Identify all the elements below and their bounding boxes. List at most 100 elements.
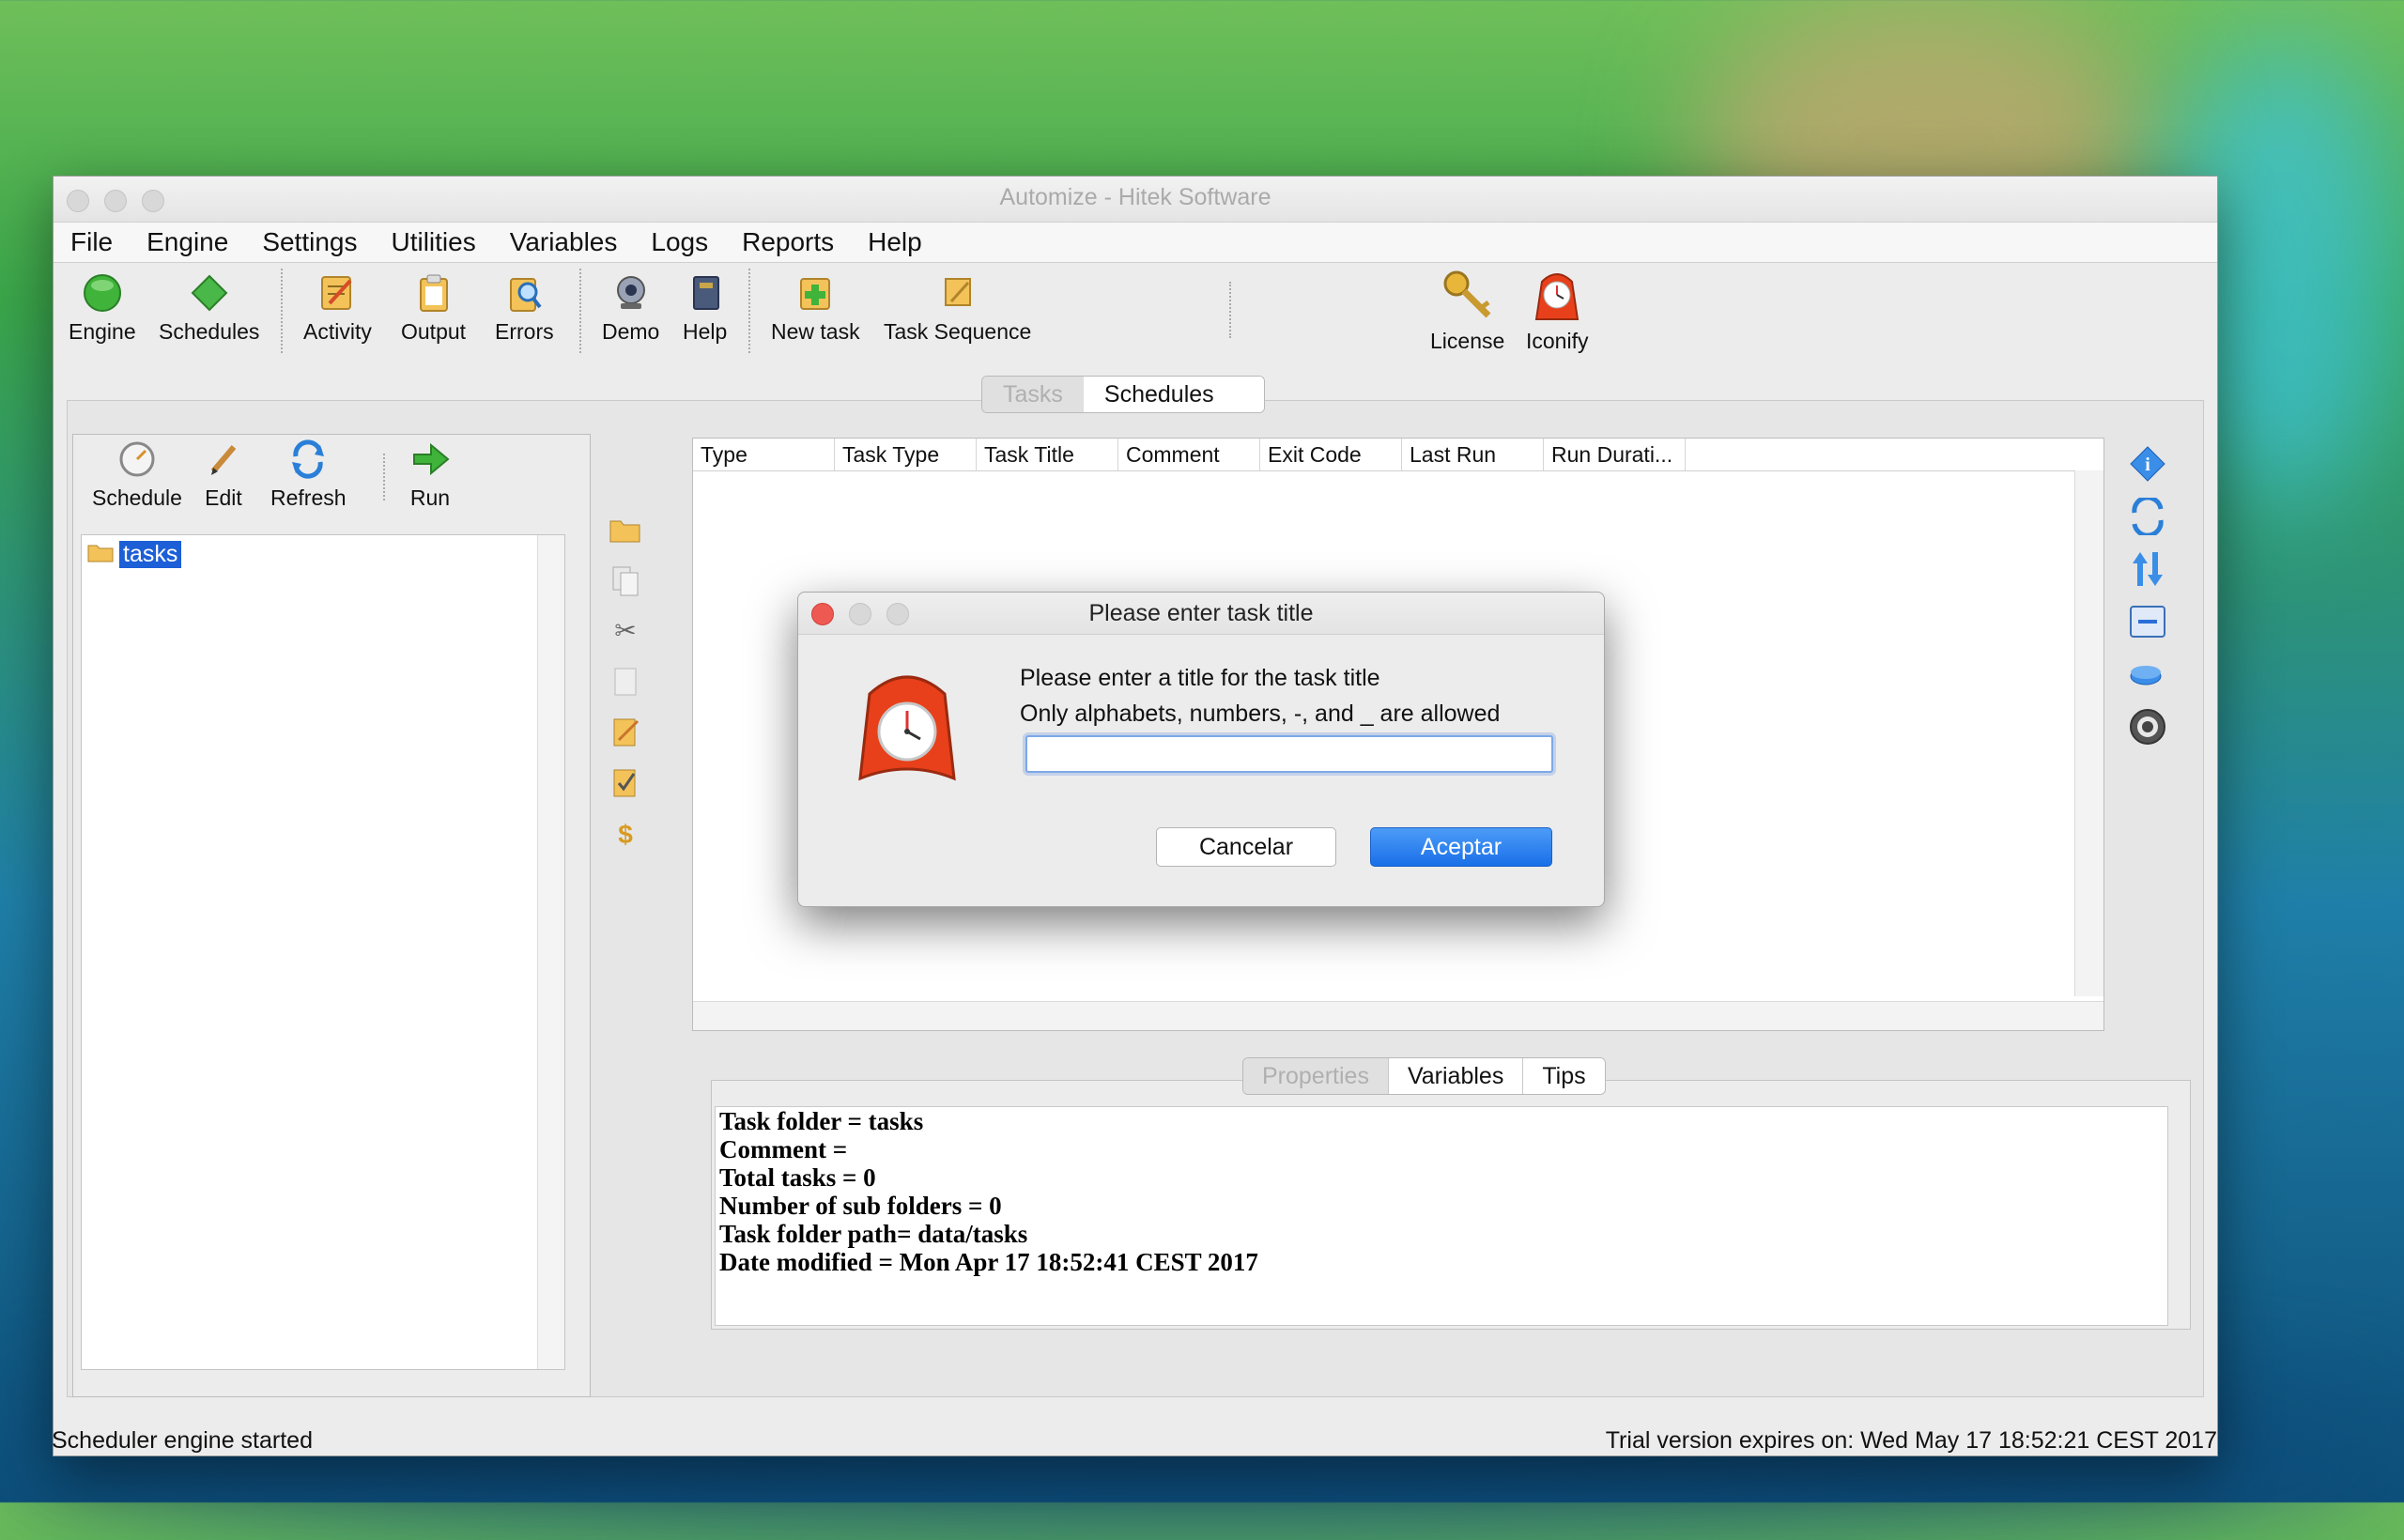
run-button[interactable]: Run	[409, 439, 451, 511]
cancel-button[interactable]: Cancelar	[1156, 827, 1336, 867]
activity-label: Activity	[303, 319, 372, 344]
cut-icon[interactable]: ✂	[609, 614, 641, 646]
property-line: Comment =	[719, 1135, 848, 1163]
refresh-button[interactable]: Refresh	[270, 439, 347, 511]
task-sequence-label: Task Sequence	[884, 319, 1032, 344]
iconify-button[interactable]: Iconify	[1526, 267, 1588, 354]
paste-icon[interactable]	[609, 665, 641, 697]
notepad-pencil-icon	[316, 272, 358, 314]
menu-file[interactable]: File	[70, 227, 113, 257]
toolbar-separator	[383, 454, 385, 500]
accept-button[interactable]: Aceptar	[1370, 827, 1552, 867]
demo-button[interactable]: Demo	[602, 272, 659, 345]
menu-reports[interactable]: Reports	[742, 227, 834, 257]
properties-tabs: Properties Variables Tips	[1242, 1057, 1606, 1095]
property-line: Task folder path= data/tasks	[719, 1220, 1028, 1248]
column-header[interactable]: Task Type	[835, 439, 977, 470]
column-header[interactable]: Comment	[1118, 439, 1260, 470]
schedule-label: Schedule	[92, 485, 182, 510]
dollar-icon[interactable]: $	[609, 819, 641, 851]
schedules-label: Schedules	[159, 319, 260, 344]
column-header[interactable]: Task Title	[977, 439, 1118, 470]
help-button[interactable]: Help	[683, 272, 727, 345]
engine-button[interactable]: Engine	[69, 272, 136, 345]
menu-logs[interactable]: Logs	[651, 227, 708, 257]
sort-arrows-icon[interactable]	[2129, 550, 2166, 588]
alarm-clock-icon	[849, 666, 965, 789]
key-icon	[1440, 267, 1496, 323]
edit-label: Edit	[205, 485, 242, 510]
tree-node-tasks[interactable]: tasks	[87, 541, 182, 568]
edit-note-icon[interactable]	[609, 716, 641, 747]
tab-variables[interactable]: Variables	[1388, 1058, 1524, 1094]
tab-tasks[interactable]: Tasks	[982, 377, 1084, 412]
task-tree[interactable]: tasks	[81, 534, 565, 1370]
engine-status: Scheduler engine started	[52, 1427, 313, 1454]
activity-button[interactable]: Activity	[303, 272, 372, 345]
open-folder-icon[interactable]	[609, 515, 641, 547]
property-line: Total tasks = 0	[719, 1163, 876, 1192]
folder-icon	[87, 542, 114, 567]
edit-button[interactable]: Edit	[203, 439, 244, 511]
property-line: Number of sub folders = 0	[719, 1192, 1002, 1220]
output-button[interactable]: Output	[401, 272, 466, 345]
green-circle-icon	[82, 272, 123, 314]
table-actions-strip: i	[2118, 438, 2174, 1029]
tab-schedules[interactable]: Schedules	[1083, 377, 1264, 412]
new-task-button[interactable]: New task	[771, 272, 860, 345]
green-diamond-icon	[189, 272, 230, 314]
menubar: File Engine Settings Utilities Variables…	[54, 223, 2217, 263]
task-sequence-button[interactable]: Task Sequence	[884, 272, 1031, 345]
book-icon	[685, 272, 726, 314]
tree-scrollbar[interactable]	[537, 535, 564, 1369]
dialog-title: Please enter task title	[1088, 600, 1314, 626]
window-title: Automize - Hitek Software	[999, 184, 1271, 210]
pencil-icon	[203, 439, 244, 480]
tab-properties[interactable]: Properties	[1243, 1058, 1389, 1094]
settings-gear-icon[interactable]	[2129, 708, 2166, 746]
main-tabs: Tasks Schedules	[981, 376, 1265, 413]
column-header[interactable]: Last Run	[1402, 439, 1544, 470]
checklist-icon[interactable]	[609, 766, 641, 798]
tree-actions-strip: ✂ $	[596, 434, 655, 1110]
alarm-clock-icon	[1529, 267, 1585, 323]
svg-text:i: i	[2145, 454, 2150, 475]
menu-help[interactable]: Help	[868, 227, 922, 257]
new-task-icon	[794, 272, 836, 314]
column-header[interactable]: Type	[693, 439, 835, 470]
clipboard-icon	[413, 272, 455, 314]
license-button[interactable]: License	[1430, 267, 1504, 354]
compass-clock-icon	[116, 439, 158, 480]
column-header[interactable]: Exit Code	[1260, 439, 1402, 470]
tasks-table-header: Type Task Type Task Title Comment Exit C…	[693, 439, 2104, 471]
menu-utilities[interactable]: Utilities	[391, 227, 475, 257]
run-label: Run	[409, 485, 451, 510]
info-icon[interactable]: i	[2129, 445, 2166, 483]
tree-node-label: tasks	[119, 541, 182, 568]
schedule-button[interactable]: Schedule	[92, 439, 182, 511]
tab-tips[interactable]: Tips	[1523, 1058, 1605, 1094]
task-title-input[interactable]	[1025, 735, 1553, 773]
menu-variables[interactable]: Variables	[510, 227, 618, 257]
sync-icon[interactable]	[2129, 498, 2166, 535]
refresh-icon	[287, 439, 329, 480]
refresh-label: Refresh	[270, 485, 347, 510]
demo-label: Demo	[602, 319, 660, 344]
output-label: Output	[401, 319, 467, 344]
dialog-message-line2: Only alphabets, numbers, -, and _ are al…	[1020, 701, 1501, 727]
properties-text: Task folder = tasks Comment = Total task…	[715, 1106, 2168, 1326]
toolbar-separator	[748, 269, 750, 353]
table-vertical-scrollbar[interactable]	[2074, 470, 2104, 996]
trial-status: Trial version expires on: Wed May 17 18:…	[1605, 1427, 2217, 1454]
schedules-button[interactable]: Schedules	[159, 272, 259, 345]
database-icon[interactable]	[2129, 655, 2166, 693]
table-horizontal-scrollbar[interactable]	[693, 1001, 2104, 1030]
dialog-titlebar: Please enter task title	[798, 593, 1604, 635]
copy-icon[interactable]	[609, 565, 641, 597]
resize-columns-icon[interactable]	[2129, 603, 2166, 640]
toolbar-separator	[579, 269, 581, 353]
errors-button[interactable]: Errors	[495, 272, 554, 345]
menu-settings[interactable]: Settings	[262, 227, 357, 257]
column-header[interactable]: Run Durati...	[1544, 439, 1686, 470]
menu-engine[interactable]: Engine	[146, 227, 228, 257]
